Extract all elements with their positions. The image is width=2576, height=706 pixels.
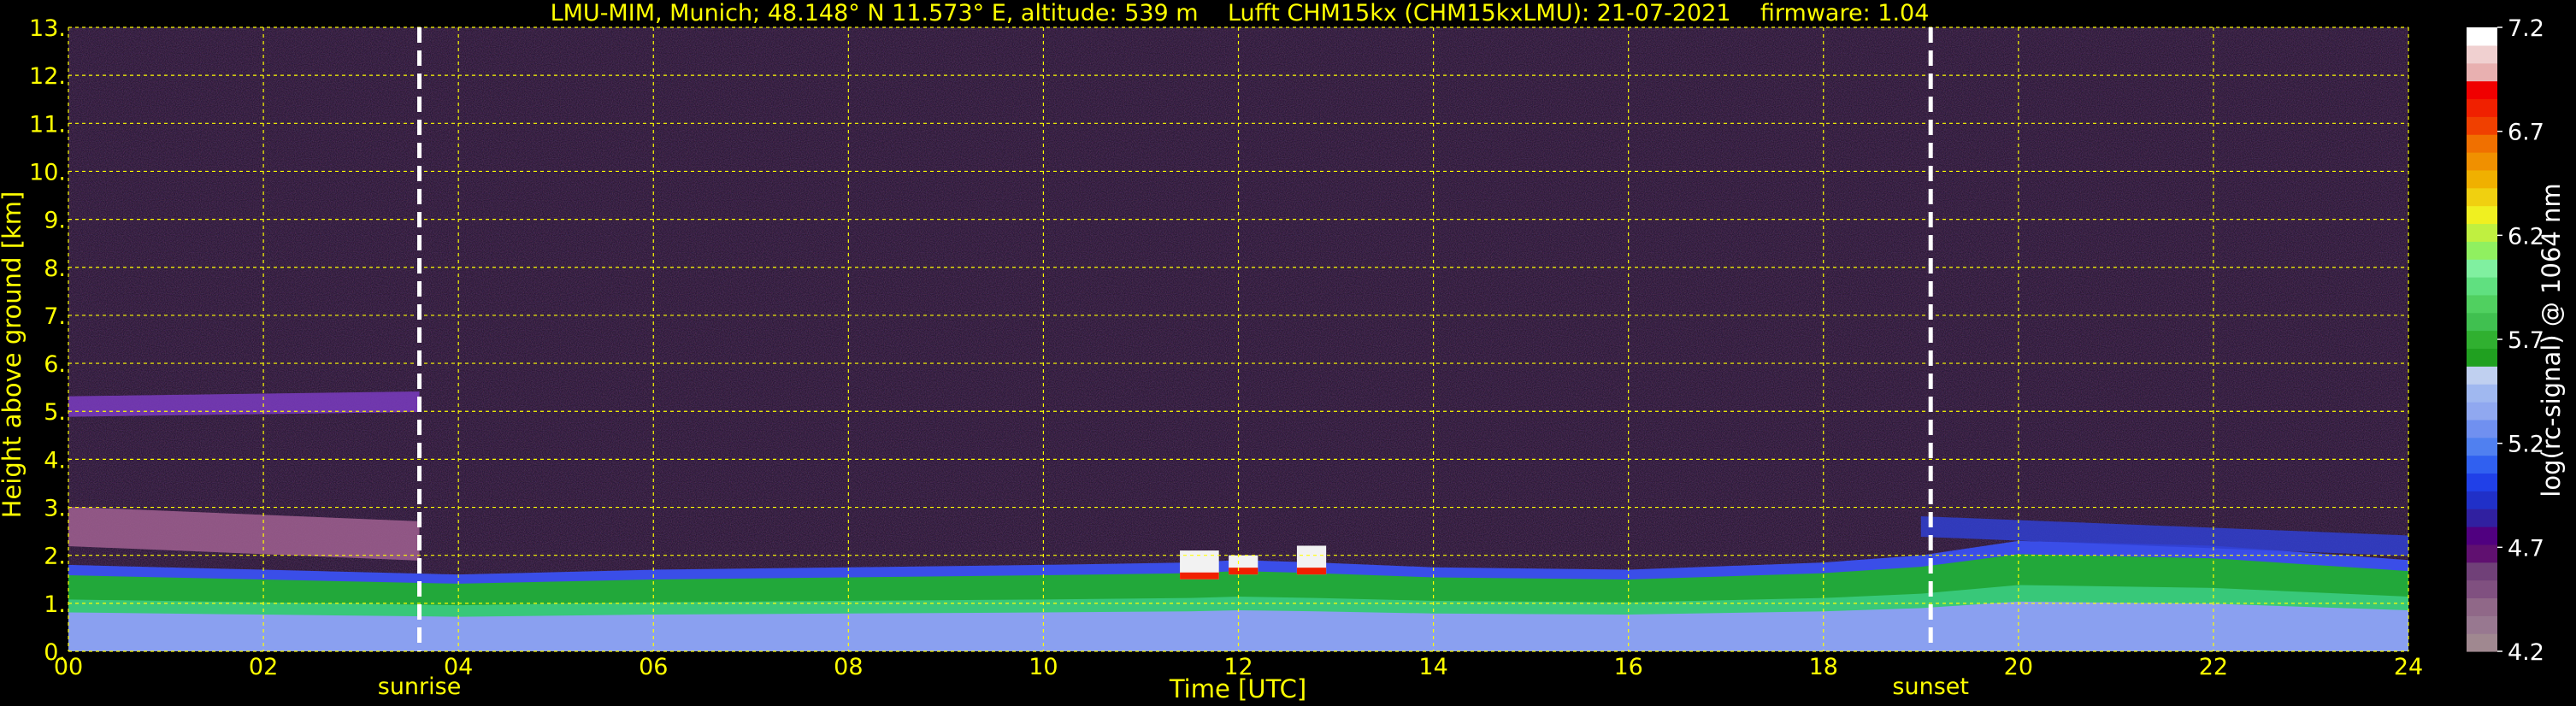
- colorbar-segment: [2467, 419, 2497, 438]
- cloud-base: [1229, 568, 1259, 575]
- y-tick-label: 12.: [29, 63, 66, 90]
- colorbar-tick-label: 4.2: [2508, 639, 2544, 666]
- colorbar-segment: [2467, 580, 2497, 599]
- colorbar-segment: [2467, 527, 2497, 545]
- colorbar-segment: [2467, 169, 2497, 189]
- colorbar-segment: [2467, 509, 2497, 527]
- x-tick-label: 06: [639, 654, 668, 680]
- colorbar-segment: [2467, 491, 2497, 509]
- y-tick-label: 9.: [44, 208, 66, 234]
- colorbar-segment: [2467, 633, 2497, 652]
- colorbar-segment: [2467, 116, 2497, 135]
- y-tick-label: 7.: [44, 303, 66, 330]
- colorbar-segment: [2467, 152, 2497, 171]
- colorbar-segment: [2467, 402, 2497, 421]
- ceilometer-chart: LMU-MIM, Munich; 48.148° N 11.573° E, al…: [0, 0, 2566, 703]
- y-tick-label: 8.: [44, 256, 66, 282]
- x-tick-label: 02: [249, 654, 278, 680]
- y-tick-label: 0.: [44, 639, 66, 666]
- colorbar-segment: [2467, 437, 2497, 456]
- colorbar-segment: [2467, 134, 2497, 153]
- colorbar-tick-label: 4.7: [2508, 535, 2544, 562]
- colorbar-segment: [2467, 27, 2497, 46]
- colorbar-segment: [2467, 187, 2497, 207]
- y-axis-label: Height above ground [km]: [0, 191, 27, 519]
- x-tick-label: 10: [1029, 654, 1058, 680]
- colorbar-tick-label: 6.7: [2508, 120, 2544, 146]
- x-tick-label: 22: [2199, 654, 2228, 680]
- colorbar-segment: [2467, 597, 2497, 616]
- colorbar-segment: [2467, 277, 2497, 296]
- y-tick-label: 4.: [44, 447, 66, 474]
- y-tick-label: 3.: [44, 496, 66, 522]
- y-tick-label: 11.: [29, 111, 66, 138]
- x-tick-label: 20: [2004, 654, 2033, 680]
- x-tick-label: 08: [834, 654, 863, 680]
- colorbar-segment: [2467, 205, 2497, 225]
- colorbar-segment: [2467, 223, 2497, 242]
- colorbar-segment: [2467, 384, 2497, 403]
- colorbar-segment: [2467, 348, 2497, 367]
- event-label: sunset: [1892, 674, 1969, 700]
- colorbar-segment: [2467, 80, 2497, 100]
- y-tick-label: 5.: [44, 399, 66, 426]
- colorbar-segment: [2467, 562, 2497, 581]
- x-tick-label: 04: [444, 654, 473, 680]
- x-tick-label: 14: [1418, 654, 1447, 680]
- colorbar-segment: [2467, 473, 2497, 491]
- x-tick-label: 18: [1809, 654, 1838, 680]
- colorbar-segment: [2467, 544, 2497, 563]
- colorbar-tick-label: 7.2: [2508, 15, 2544, 42]
- colorbar-label: log(rc-signal) @ 1064 nm: [2537, 183, 2566, 497]
- colorbar-segment: [2467, 455, 2497, 474]
- colorbar-segment: [2467, 312, 2497, 332]
- colorbar-segment: [2467, 366, 2497, 385]
- y-tick-label: 13.: [29, 15, 66, 42]
- colorbar-segment: [2467, 44, 2497, 64]
- x-tick-label: 16: [1613, 654, 1642, 680]
- cloud-base: [1180, 572, 1219, 580]
- colorbar-segment: [2467, 330, 2497, 350]
- y-tick-label: 2.: [44, 544, 66, 570]
- y-tick-label: 10.: [29, 159, 66, 185]
- colorbar-segment: [2467, 62, 2497, 82]
- colorbar: [2467, 27, 2497, 652]
- cloud-base: [1296, 568, 1327, 575]
- y-tick-label: 1.: [44, 591, 66, 618]
- colorbar-segment: [2467, 241, 2497, 260]
- colorbar-segment: [2467, 294, 2497, 314]
- colorbar-segment: [2467, 615, 2497, 634]
- colorbar-segment: [2467, 98, 2497, 117]
- colorbar-segment: [2467, 259, 2497, 278]
- chart-title: LMU-MIM, Munich; 48.148° N 11.573° E, al…: [551, 0, 1930, 26]
- y-tick-label: 6.: [44, 351, 66, 378]
- x-axis-label: Time [UTC]: [1169, 674, 1306, 703]
- y-axis-ticks: 0. 1. 2. 3. 4. 5. 6. 7. 8. 9. 10. 11. 12. 13.: [29, 15, 66, 666]
- x-tick-label: 24: [2394, 654, 2423, 680]
